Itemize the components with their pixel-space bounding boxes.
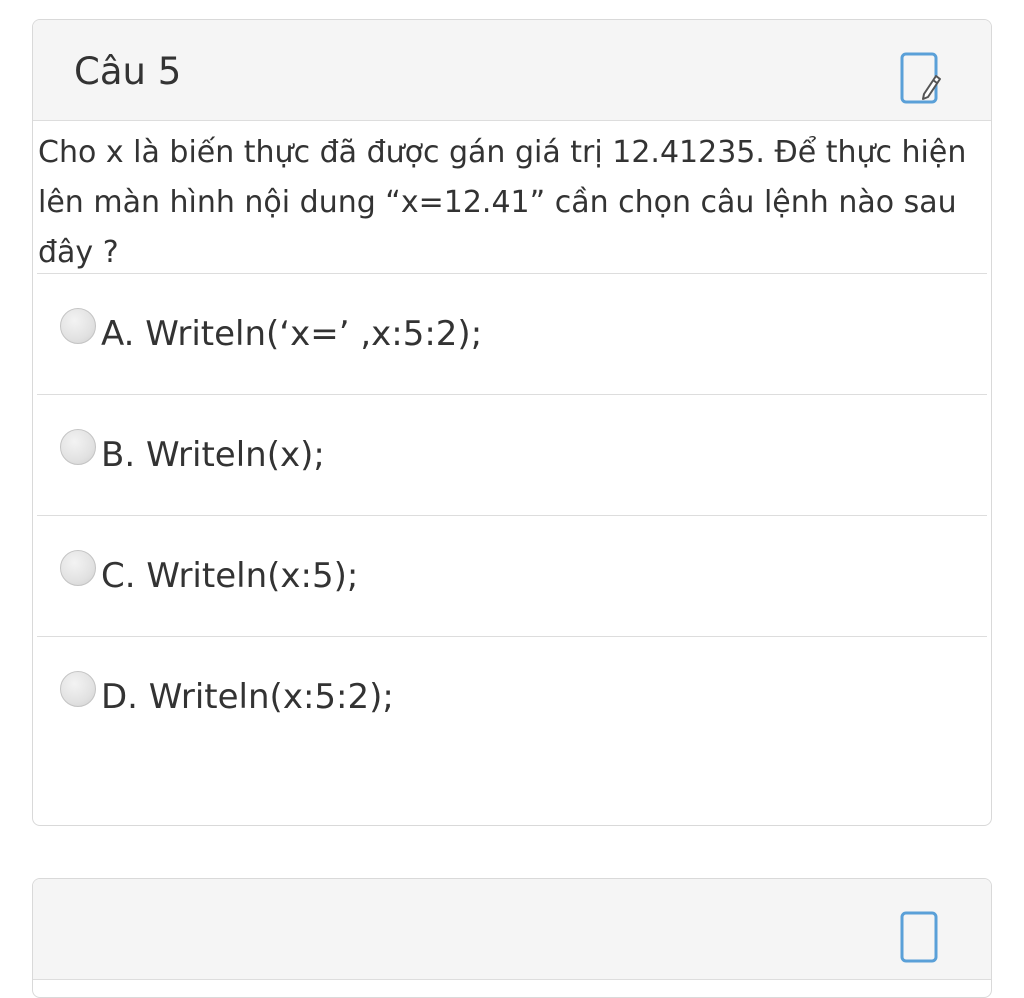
next-question-header [33,879,991,980]
question-title: Câu 5 [74,50,182,93]
option-label: B. Writeln(x); [101,435,325,475]
note-edit-icon[interactable] [900,52,942,104]
option-label: A. Writeln(‘x=’ ,x:5:2); [101,314,483,354]
option-label: C. Writeln(x:5); [101,556,359,596]
question-text: Cho x là biến thực đã được gán giá trị 1… [38,135,967,270]
option-label: D. Writeln(x:5:2); [101,677,394,717]
question-header: Câu 5 [33,20,991,121]
radio-button[interactable] [60,308,96,344]
radio-button[interactable] [60,550,96,586]
next-question-card [32,878,992,998]
radio-button[interactable] [60,671,96,707]
option-b[interactable]: B. Writeln(x); [37,394,987,515]
radio-button[interactable] [60,429,96,465]
option-a[interactable]: A. Writeln(‘x=’ ,x:5:2); [37,273,987,394]
question-card: Câu 5 Cho x là biến thực đã được gán giá… [32,19,992,826]
option-d[interactable]: D. Writeln(x:5:2); [37,636,987,757]
option-c[interactable]: C. Writeln(x:5); [37,515,987,636]
answer-options: A. Writeln(‘x=’ ,x:5:2); B. Writeln(x); … [37,273,987,757]
